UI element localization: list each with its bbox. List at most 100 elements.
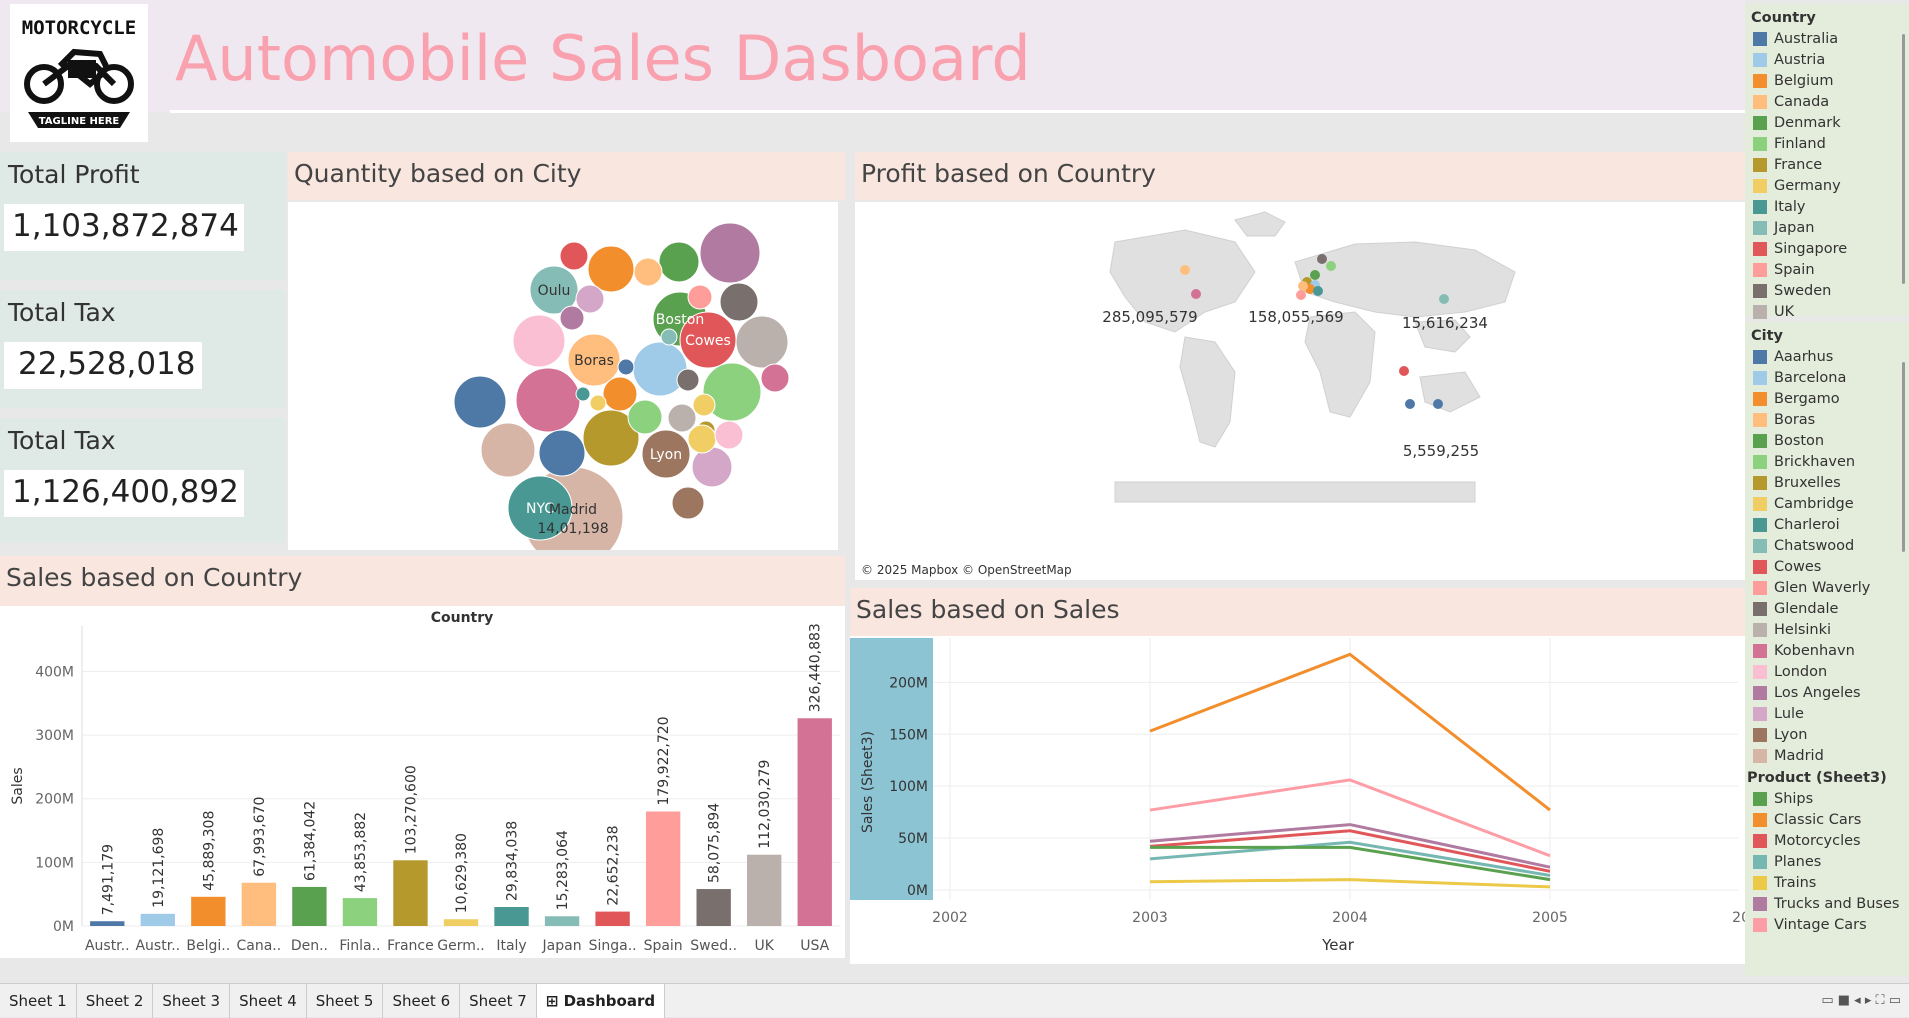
bar[interactable]: [544, 916, 580, 926]
tab-sheet-6[interactable]: Sheet 6: [383, 983, 461, 1018]
city-bubble[interactable]: [512, 314, 566, 368]
city-bubble[interactable]: [692, 393, 716, 417]
country-legend-item[interactable]: UK: [1745, 301, 1909, 322]
city-legend-item[interactable]: Cambridge: [1745, 493, 1909, 514]
city-legend-item[interactable]: Glendale: [1745, 598, 1909, 619]
bar[interactable]: [292, 886, 327, 926]
country-legend-item[interactable]: Finland: [1745, 133, 1909, 154]
bar[interactable]: [342, 898, 378, 926]
tab-sheet-5[interactable]: Sheet 5: [307, 983, 384, 1018]
city-legend-item[interactable]: Brickhaven: [1745, 451, 1909, 472]
city-legend-item[interactable]: Cowes: [1745, 556, 1909, 577]
bar[interactable]: [90, 921, 125, 926]
city-legend-item[interactable]: Bergamo: [1745, 388, 1909, 409]
city-bubble[interactable]: [714, 420, 744, 450]
city-bubble[interactable]: [587, 245, 635, 293]
city-bubble[interactable]: [559, 241, 589, 271]
toolbar-nav-icons[interactable]: ▭ ■ ◂ ▸ ⛶ ▭: [1821, 993, 1909, 1008]
tab-sheet-1[interactable]: Sheet 1: [0, 983, 77, 1018]
city-bubble[interactable]: [671, 486, 705, 520]
city-legend-item[interactable]: Lyon: [1745, 724, 1909, 745]
city-bubble[interactable]: [538, 429, 586, 477]
city-legend-scrollbar[interactable]: [1902, 362, 1905, 552]
city-bubble[interactable]: [687, 284, 713, 310]
product-legend-item[interactable]: Trains: [1745, 872, 1909, 893]
country-legend-item[interactable]: Spain: [1745, 259, 1909, 280]
bar[interactable]: [191, 896, 226, 926]
bar[interactable]: [443, 919, 479, 926]
city-legend-item[interactable]: Bruxelles: [1745, 472, 1909, 493]
country-legend-item[interactable]: Canada: [1745, 91, 1909, 112]
country-legend-item[interactable]: Australia: [1745, 28, 1909, 49]
bar[interactable]: [595, 911, 630, 926]
city-bubble-chart[interactable]: Oulu Boston Cowes Boras Lyon NYC Madrid 14,01,1…: [288, 202, 838, 568]
city-bubble[interactable]: [735, 315, 789, 369]
bar[interactable]: [747, 854, 782, 926]
city-legend-item[interactable]: London: [1745, 661, 1909, 682]
city-legend-item[interactable]: Boras: [1745, 409, 1909, 430]
bar[interactable]: [645, 811, 681, 926]
country-legend-item[interactable]: France: [1745, 154, 1909, 175]
country-legend-item[interactable]: Germany: [1745, 175, 1909, 196]
bar[interactable]: [494, 907, 529, 926]
city-bubble[interactable]: [515, 367, 581, 433]
legend-label: Sweden: [1774, 282, 1832, 299]
city-bubble[interactable]: [699, 222, 761, 284]
country-legend-item[interactable]: Singapore: [1745, 238, 1909, 259]
tab-sheet-3[interactable]: Sheet 3: [153, 983, 231, 1018]
city-bubble[interactable]: [633, 257, 663, 287]
city-bubble[interactable]: [627, 399, 663, 435]
city-bubble[interactable]: [687, 424, 717, 454]
city-bubble[interactable]: [691, 446, 733, 488]
city-legend-item[interactable]: Glen Waverly: [1745, 577, 1909, 598]
country-legend-item[interactable]: Belgium: [1745, 70, 1909, 91]
bar[interactable]: [140, 913, 175, 926]
country-legend-item[interactable]: Japan: [1745, 217, 1909, 238]
city-bubble[interactable]: [660, 328, 678, 346]
city-bubble[interactable]: [589, 394, 607, 412]
bar[interactable]: [241, 882, 277, 926]
product-legend-item[interactable]: Motorcycles: [1745, 830, 1909, 851]
sales-line-chart[interactable]: 2002 2003 2004 2005 2006 0M 50M 100M 150M 200M Sal…: [850, 636, 1768, 964]
tab-sheet-4[interactable]: Sheet 4: [230, 983, 307, 1018]
city-legend-item[interactable]: Barcelona: [1745, 367, 1909, 388]
city-legend-item[interactable]: Los Angeles: [1745, 682, 1909, 703]
product-legend-item[interactable]: Trucks and Buses: [1745, 893, 1909, 914]
product-legend-item[interactable]: Classic Cars: [1745, 809, 1909, 830]
bar[interactable]: [797, 718, 832, 926]
city-legend-item[interactable]: Boston: [1745, 430, 1909, 451]
country-legend-item[interactable]: Italy: [1745, 196, 1909, 217]
city-bubble[interactable]: [719, 282, 759, 322]
city-bubble[interactable]: [480, 422, 536, 478]
city-legend-item[interactable]: Charleroi: [1745, 514, 1909, 535]
city-bubble[interactable]: [676, 368, 700, 392]
country-legend-item[interactable]: Austria: [1745, 49, 1909, 70]
bar[interactable]: [393, 860, 428, 926]
city-legend-item[interactable]: Aaarhus: [1745, 346, 1909, 367]
country-legend-item[interactable]: Denmark: [1745, 112, 1909, 133]
bar[interactable]: [696, 889, 731, 926]
city-bubble[interactable]: [559, 305, 585, 331]
sales-country-bar-chart[interactable]: 0M 100M 200M 300M 400M Country Sales 7,491,179 A…: [0, 606, 845, 958]
city-bubble[interactable]: [760, 363, 790, 393]
country-profit-map[interactable]: 285,095,579 158,055,569 15,616,234 5,559…: [855, 202, 1745, 580]
city-bubble[interactable]: [667, 403, 697, 433]
city-legend-item[interactable]: Madrid: [1745, 745, 1909, 766]
tab-sheet-7[interactable]: Sheet 7: [460, 983, 537, 1018]
city-bubble[interactable]: [632, 341, 688, 397]
product-legend-item[interactable]: Vintage Cars: [1745, 914, 1909, 935]
product-legend-item[interactable]: Planes: [1745, 851, 1909, 872]
city-bubble[interactable]: [453, 375, 507, 429]
product-legend-item[interactable]: Ships: [1745, 788, 1909, 809]
tab-sheet-2[interactable]: Sheet 2: [77, 983, 154, 1018]
country-legend-scrollbar[interactable]: [1902, 34, 1905, 284]
city-legend-item[interactable]: Chatswood: [1745, 535, 1909, 556]
country-legend-item[interactable]: Sweden: [1745, 280, 1909, 301]
city-bubble[interactable]: [575, 386, 591, 402]
city-legend-item[interactable]: Helsinki: [1745, 619, 1909, 640]
city-bubble[interactable]: [658, 241, 700, 283]
city-bubble[interactable]: [617, 358, 635, 376]
city-legend-item[interactable]: Lule: [1745, 703, 1909, 724]
city-legend-item[interactable]: Kobenhavn: [1745, 640, 1909, 661]
tab-dashboard[interactable]: ⊞ Dashboard: [536, 983, 666, 1018]
